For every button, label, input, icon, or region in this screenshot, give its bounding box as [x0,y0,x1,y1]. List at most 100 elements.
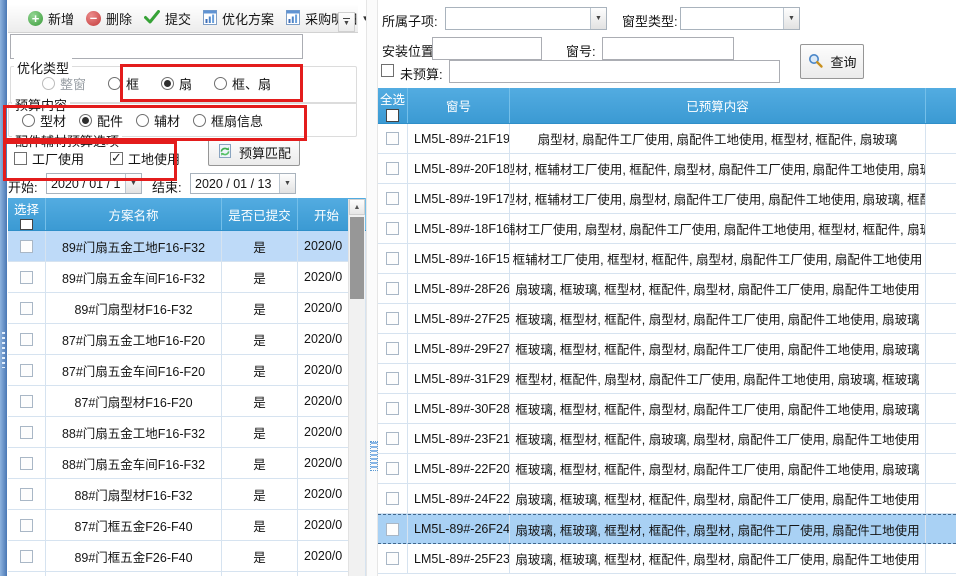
row-checkbox[interactable] [386,462,399,475]
plan-row[interactable]: 88#门框五金F21-F40是2020/0 [8,572,366,576]
scrollbar-thumb[interactable] [350,217,364,299]
radio-option[interactable]: 框 [108,74,139,93]
row-checkbox[interactable] [386,372,399,385]
radio-icon[interactable] [79,114,92,127]
plan-row[interactable]: 87#门框五金F26-F40是2020/0 [8,510,366,541]
row-checkbox[interactable] [386,282,399,295]
window-row[interactable]: LM5L-89#-18F16框辅材工厂使用, 扇型材, 扇配件工厂使用, 扇配件… [378,214,956,244]
no-budget-input[interactable] [449,60,780,83]
panel-splitter[interactable] [366,0,378,576]
window-row[interactable]: LM5L-89#-20F18框型材, 框辅材工厂使用, 框配件, 扇型材, 扇配… [378,154,956,184]
plan-row[interactable]: 89#门扇型材F16-F32是2020/0 [8,293,366,324]
radio-icon[interactable] [136,114,149,127]
radio-option[interactable]: 配件 [79,111,123,130]
row-checkbox[interactable] [20,302,33,315]
checkbox-option[interactable]: 工地使用 [110,149,180,168]
row-checkbox[interactable] [386,523,399,536]
window-row[interactable]: LM5L-89#-25F23扇玻璃, 框玻璃, 框型材, 框配件, 扇型材, 扇… [378,544,956,574]
window-row[interactable]: LM5L-89#-30F28框玻璃, 框型材, 框配件, 扇型材, 扇配件工厂使… [378,394,956,424]
dock-grip[interactable] [2,332,5,368]
radio-option[interactable]: 框扇信息 [193,111,263,130]
chevron-down-icon[interactable] [279,174,295,193]
row-checkbox[interactable] [386,402,399,415]
row-checkbox[interactable] [386,192,399,205]
window-no-input[interactable] [602,37,734,60]
plan-row[interactable]: 87#门扇型材F16-F20是2020/0 [8,386,366,417]
plan-row[interactable]: 89#门框五金F26-F40是2020/0 [8,541,366,572]
splitter-grip[interactable] [371,442,377,470]
row-checkbox[interactable] [20,240,33,253]
window-row[interactable]: LM5L-89#-23F21框玻璃, 框型材, 框配件, 扇玻璃, 扇型材, 扇… [378,424,956,454]
chevron-down-icon[interactable] [590,8,606,29]
plan-row[interactable]: 88#门扇五金工地F16-F32是2020/0 [8,417,366,448]
row-checkbox[interactable] [20,426,33,439]
row-checkbox[interactable] [386,312,399,325]
date-start-picker[interactable]: 2020 / 01 / 1 [46,173,142,194]
window-row[interactable]: LM5L-89#-19F17框型材, 框辅材工厂使用, 扇型材, 扇配件工厂使用… [378,184,956,214]
plan-row[interactable]: 89#门扇五金工地F16-F32是2020/0 [8,231,366,262]
window-row[interactable]: LM5L-89#-16F15框辅材工厂使用, 框型材, 框配件, 扇型材, 扇配… [378,244,956,274]
row-checkbox[interactable] [20,271,33,284]
plan-row[interactable]: 87#门扇五金工地F16-F20是2020/0 [8,324,366,355]
checkbox-option[interactable]: 工厂使用 [14,149,84,168]
row-checkbox[interactable] [20,488,33,501]
window-row[interactable]: LM5L-89#-24F22扇玻璃, 框玻璃, 框型材, 框配件, 扇型材, 扇… [378,484,956,514]
no-budget-checkbox[interactable] [381,64,394,77]
row-checkbox[interactable] [20,364,33,377]
plan-row[interactable]: 89#门扇五金车间F16-F32是2020/0 [8,262,366,293]
toolbar-overflow-button[interactable]: ▼ [338,12,355,32]
row-checkbox[interactable] [386,252,399,265]
delete-button[interactable]: 删除 [80,6,138,31]
radio-icon[interactable] [161,77,174,90]
radio-option[interactable]: 扇 [161,74,192,93]
window-row[interactable]: LM5L-89#-26F24扇玻璃, 框玻璃, 框型材, 框配件, 扇型材, 扇… [378,514,956,544]
submit-button[interactable]: 提交 [138,6,197,31]
row-checkbox[interactable] [20,550,33,563]
window-no-column[interactable]: 窗号 [408,88,510,123]
install-position-input[interactable] [432,37,542,60]
radio-icon[interactable] [214,77,227,90]
radio-icon[interactable] [193,114,206,127]
chevron-down-icon[interactable] [125,174,141,193]
row-checkbox[interactable] [386,132,399,145]
plan-name-column[interactable]: 方案名称 [46,198,222,230]
window-row[interactable]: LM5L-89#-31F29框型材, 框配件, 扇型材, 扇配件工厂使用, 扇配… [378,364,956,394]
row-checkbox[interactable] [386,342,399,355]
window-row[interactable]: LM5L-89#-28F26扇玻璃, 框玻璃, 框型材, 框配件, 扇型材, 扇… [378,274,956,304]
window-row[interactable]: LM5L-89#-29F27框玻璃, 框型材, 框配件, 扇型材, 扇配件工厂使… [378,334,956,364]
plan-row[interactable]: 88#门扇型材F16-F32是2020/0 [8,479,366,510]
select-all-checkbox[interactable] [386,109,399,122]
row-checkbox[interactable] [386,162,399,175]
checkbox-icon[interactable] [14,152,27,165]
query-button[interactable]: 查询 [800,44,864,79]
radio-icon[interactable] [22,114,35,127]
row-checkbox[interactable] [386,492,399,505]
radio-option[interactable]: 框、扇 [214,74,271,93]
plan-row[interactable]: 88#门扇五金车间F16-F32是2020/0 [8,448,366,479]
window-row[interactable]: LM5L-89#-22F20框玻璃, 框型材, 框配件, 扇型材, 扇配件工厂使… [378,454,956,484]
row-checkbox[interactable] [386,432,399,445]
window-row[interactable]: LM5L-89#-21F19扇型材, 扇配件工厂使用, 扇配件工地使用, 框型材… [378,124,956,154]
window-type-select[interactable] [680,7,800,30]
select-all-checkbox[interactable] [20,219,33,230]
row-checkbox[interactable] [20,333,33,346]
optimize-plan-button[interactable]: 优化方案 [197,6,280,31]
radio-option[interactable]: 辅材 [136,111,180,130]
add-button[interactable]: 新增 [22,6,80,31]
row-checkbox[interactable] [20,457,33,470]
budget-match-button[interactable]: 预算匹配 [208,139,300,166]
plan-row[interactable]: 87#门扇五金车间F16-F20是2020/0 [8,355,366,386]
row-checkbox[interactable] [20,519,33,532]
sub-item-select[interactable] [445,7,607,30]
radio-icon[interactable] [108,77,121,90]
chevron-down-icon[interactable] [783,8,799,29]
row-checkbox[interactable] [20,395,33,408]
window-row[interactable]: LM5L-89#-27F25框玻璃, 框型材, 框配件, 扇型材, 扇配件工厂使… [378,304,956,334]
purchase-detail-button[interactable]: 采购明细 ▾ [280,6,374,31]
budgeted-content-column[interactable]: 已预算内容 [510,88,926,123]
plan-filter-input[interactable] [10,34,303,59]
scroll-up-icon[interactable] [349,199,365,215]
submitted-column[interactable]: 是否已提交 [222,198,298,230]
row-checkbox[interactable] [386,222,399,235]
checkbox-icon[interactable] [110,152,123,165]
